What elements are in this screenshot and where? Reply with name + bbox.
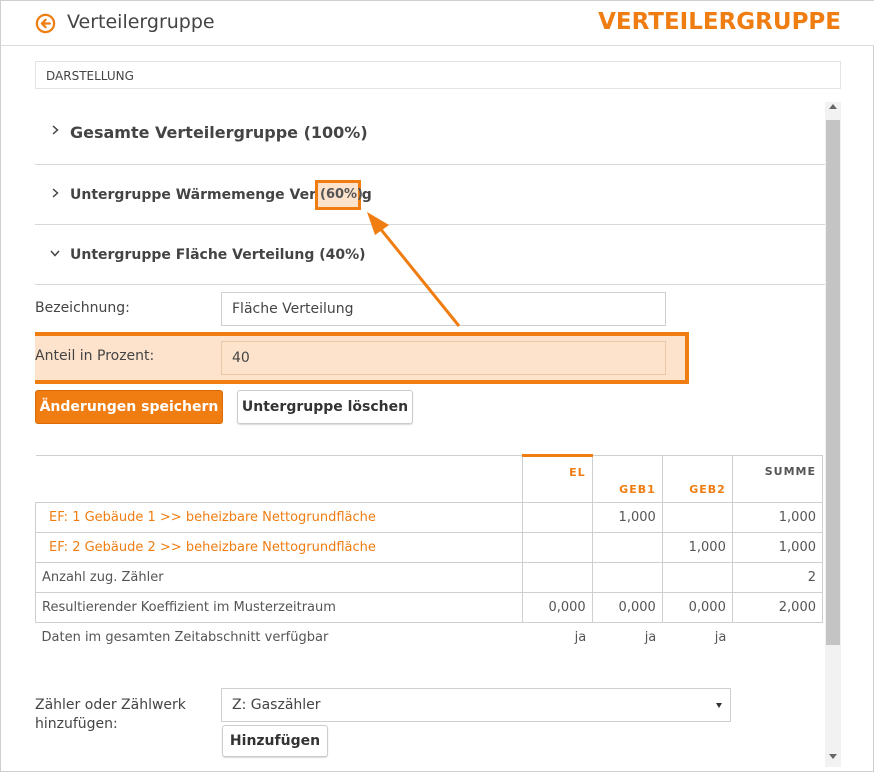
anteil-label: Anteil in Prozent: <box>35 348 155 364</box>
scroll-down-arrow-icon[interactable] <box>829 754 837 759</box>
table-row: Resultierender Koeffizient im Musterzeit… <box>35 592 824 623</box>
counter-select-value: Z: Gaszähler <box>232 697 321 713</box>
scroll-thumb[interactable] <box>826 120 840 645</box>
table-cell: ja <box>714 630 727 646</box>
table-cell <box>591 562 663 593</box>
table-cell <box>591 532 663 563</box>
scroll-content: Gesamte Verteilergruppe (100%) Untergrup… <box>35 102 825 773</box>
table-row-link[interactable]: EF: 2 Gebäude 2 >> beheizbare Nettogrund… <box>35 532 523 563</box>
chevron-down-icon <box>50 250 60 257</box>
table-header-geb2[interactable]: GEB2 <box>661 455 733 503</box>
table-cell <box>521 532 593 563</box>
table-row-label: Resultierender Koeffizient im Musterzeit… <box>35 592 523 623</box>
accordion-title: Untergruppe Fläche Verteilung (40%) <box>70 247 366 263</box>
table-cell: 0,000 <box>591 592 663 623</box>
chevron-right-icon <box>52 125 59 135</box>
table-row: EF: 2 Gebäude 2 >> beheizbare Nettogrund… <box>35 532 824 563</box>
table-header-empty <box>35 455 523 503</box>
table-cell <box>661 562 733 593</box>
table-cell: 1,000 <box>731 502 824 533</box>
dropdown-arrow-icon <box>716 703 722 708</box>
accordion-percent: (60%) <box>320 187 363 202</box>
table-cell: 0,000 <box>521 592 593 623</box>
table-cell: 2,000 <box>731 592 824 623</box>
table-header-el[interactable]: EL <box>521 454 593 503</box>
table-row: Daten im gesamten Zeitabschnitt verfügba… <box>36 623 823 653</box>
table-row-label: Daten im gesamten Zeitabschnitt verfügba… <box>41 630 329 646</box>
accordion-waermemenge-verteilung[interactable]: Untergruppe Wärmemenge Verteilung <box>35 165 825 225</box>
table-cell <box>661 502 733 533</box>
table-cell: 2 <box>731 562 824 593</box>
table-row-link[interactable]: EF: 1 Gebäude 1 >> beheizbare Nettogrund… <box>35 502 523 533</box>
anteil-input[interactable]: 40 <box>221 341 666 375</box>
table-cell <box>521 562 593 593</box>
brand-title: VERTEILERGRUPPE <box>598 9 841 35</box>
accordion-gesamte-verteilergruppe[interactable]: Gesamte Verteilergruppe (100%) <box>35 102 825 165</box>
arrow-left-circle-icon[interactable] <box>35 13 56 34</box>
table-row: EF: 1 Gebäude 1 >> beheizbare Nettogrund… <box>35 502 824 533</box>
table-cell: ja <box>644 630 657 646</box>
table-cell <box>521 502 593 533</box>
bezeichnung-label: Bezeichnung: <box>35 300 130 316</box>
distribution-table: EL GEB1 GEB2 SUMME EF: 1 Gebäude 1 >> be… <box>35 454 824 653</box>
table-cell: 1,000 <box>661 532 733 563</box>
app-window: Verteilergruppe VERTEILERGRUPPE DARSTELL… <box>0 0 874 772</box>
counter-select[interactable]: Z: Gaszähler <box>221 688 731 722</box>
accordion-flaeche-verteilung[interactable]: Untergruppe Fläche Verteilung (40%) <box>35 225 825 285</box>
delete-subgroup-button[interactable]: Untergruppe löschen <box>237 390 413 424</box>
table-header-geb1[interactable]: GEB1 <box>591 455 663 503</box>
table-cell: 1,000 <box>591 502 663 533</box>
table-cell: ja <box>574 630 587 646</box>
add-counter-button[interactable]: Hinzufügen <box>222 725 328 757</box>
add-counter-label-line2: hinzufügen: <box>35 716 118 732</box>
scroll-up-arrow-icon[interactable] <box>829 104 837 109</box>
table-row: Anzahl zug. Zähler 2 <box>35 562 824 593</box>
table-row-label: Anzahl zug. Zähler <box>35 562 523 593</box>
table-header-summe: SUMME <box>731 455 824 503</box>
page-header: Verteilergruppe VERTEILERGRUPPE <box>1 1 874 46</box>
page-title: Verteilergruppe <box>67 11 215 33</box>
vertical-scrollbar[interactable] <box>825 102 841 767</box>
bezeichnung-input[interactable]: Fläche Verteilung <box>221 292 666 326</box>
table-cell: 1,000 <box>731 532 824 563</box>
table-cell: 0,000 <box>661 592 733 623</box>
accordion-title: Gesamte Verteilergruppe (100%) <box>70 123 368 142</box>
save-button[interactable]: Änderungen speichern <box>35 390 223 424</box>
section-label: DARSTELLUNG <box>35 61 841 89</box>
table-header-row: EL GEB1 GEB2 SUMME <box>35 454 824 503</box>
add-counter-label-line1: Zähler oder Zählwerk <box>35 697 186 713</box>
chevron-right-icon <box>52 188 59 198</box>
table-cell <box>732 623 822 653</box>
